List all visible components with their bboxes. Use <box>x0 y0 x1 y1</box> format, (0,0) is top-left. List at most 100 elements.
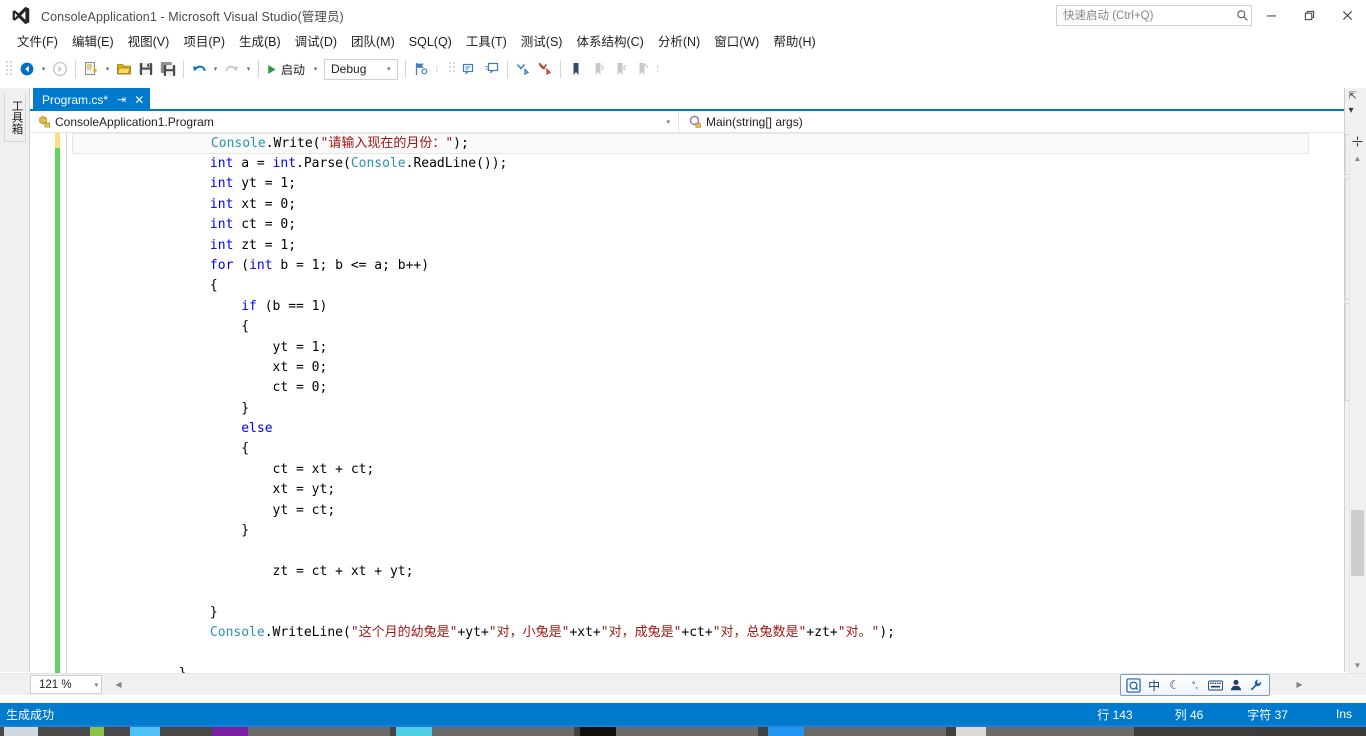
new-project-dropdown-icon[interactable]: ▾ <box>102 58 113 80</box>
uncomment-selection-icon[interactable] <box>481 58 503 80</box>
insert-mode-indicator[interactable]: Ins <box>1336 707 1352 721</box>
comment-selection-icon[interactable] <box>459 58 481 80</box>
taskbar-button[interactable] <box>90 727 104 736</box>
code-line[interactable] <box>74 643 1344 663</box>
minimize-icon[interactable] <box>1252 0 1290 31</box>
code-line[interactable]: } <box>74 399 1344 419</box>
code-line[interactable]: { <box>74 276 1344 296</box>
user-icon[interactable] <box>1227 676 1244 694</box>
open-file-icon[interactable] <box>113 58 135 80</box>
chevron-down-icon[interactable]: ▾ <box>1349 105 1354 116</box>
menu-item-analyze[interactable]: 分析(N) <box>651 32 707 52</box>
menu-item-test[interactable]: 测试(S) <box>514 32 570 52</box>
code-line[interactable]: int a = int.Parse(Console.ReadLine()); <box>74 154 1344 174</box>
save-icon[interactable] <box>135 58 157 80</box>
punctuation-icon[interactable]: °, <box>1186 676 1203 694</box>
menu-item-edit[interactable]: 编辑(E) <box>65 32 121 52</box>
menu-item-team[interactable]: 团队(M) <box>344 32 402 52</box>
windows-taskbar[interactable] <box>0 725 1366 736</box>
menu-item-project[interactable]: 项目(P) <box>176 32 232 52</box>
split-view-icon[interactable] <box>1349 133 1366 150</box>
code-line[interactable]: { <box>74 317 1344 337</box>
member-dropdown[interactable]: Main(string[] args) <box>678 110 1344 133</box>
code-line[interactable]: else <box>74 419 1344 439</box>
toolbar-grip-icon[interactable] <box>5 60 14 78</box>
menu-item-view[interactable]: 视图(V) <box>121 32 177 52</box>
type-dropdown[interactable]: ConsoleApplication1.Program ▾ <box>30 111 678 133</box>
pin-icon[interactable]: ⇱ <box>1349 91 1357 102</box>
code-line[interactable]: ct = 0; <box>74 378 1344 398</box>
undo-icon[interactable] <box>188 58 210 80</box>
attach-to-process-icon[interactable] <box>410 58 432 80</box>
toolbar-grip-icon[interactable] <box>448 60 457 78</box>
scroll-right-icon[interactable]: ▶ <box>1291 676 1308 693</box>
undo-dropdown-icon[interactable]: ▾ <box>210 58 221 80</box>
code-text-surface[interactable]: Console.Write("请输入现在的月份："); int a = int.… <box>72 133 1344 673</box>
solution-configuration-select[interactable]: Debug ▾ <box>324 58 398 80</box>
wrench-icon[interactable] <box>1248 676 1265 694</box>
start-debug-button[interactable]: 启动 <box>263 58 310 80</box>
code-line[interactable]: yt = ct; <box>74 501 1344 521</box>
chevron-down-icon[interactable]: ▾ <box>666 118 670 126</box>
code-line[interactable]: } <box>74 521 1344 541</box>
attach-dropdown-icon[interactable]: ⋮ <box>432 58 443 80</box>
start-debug-dropdown-icon[interactable]: ▾ <box>310 58 321 80</box>
taskbar-button[interactable] <box>130 727 160 736</box>
code-line[interactable]: yt = 1; <box>74 338 1344 358</box>
taskbar-button[interactable] <box>396 727 432 736</box>
code-editor[interactable]: Console.Write("请输入现在的月份："); int a = int.… <box>30 133 1344 673</box>
code-line[interactable]: int xt = 0; <box>74 195 1344 215</box>
menu-item-architecture[interactable]: 体系结构(C) <box>569 32 650 52</box>
menu-item-build[interactable]: 生成(B) <box>232 32 288 52</box>
code-line[interactable]: int zt = 1; <box>74 236 1344 256</box>
taskbar-button[interactable] <box>580 727 616 736</box>
code-line[interactable]: { <box>74 439 1344 459</box>
code-line[interactable]: xt = yt; <box>74 480 1344 500</box>
code-line[interactable]: } <box>74 664 1344 673</box>
code-line[interactable] <box>74 582 1344 602</box>
code-line[interactable]: for (int b = 1; b <= a; b++) <box>74 256 1344 276</box>
taskbar-button[interactable] <box>4 727 38 736</box>
code-line[interactable] <box>74 541 1344 561</box>
chevron-down-icon[interactable]: ▾ <box>94 681 98 689</box>
navigate-back-icon[interactable] <box>16 58 38 80</box>
menu-item-debug[interactable]: 调试(D) <box>288 32 344 52</box>
editor-vertical-scrollbar[interactable] <box>1349 133 1366 673</box>
zoom-level-select[interactable]: 121 % ▾ <box>30 675 102 694</box>
menu-item-help[interactable]: 帮助(H) <box>766 32 822 52</box>
moon-icon[interactable]: ☾ <box>1166 676 1183 694</box>
menu-item-sql[interactable]: SQL(Q) <box>402 32 459 52</box>
quick-launch-input[interactable] <box>1057 6 1233 25</box>
code-line[interactable]: if (b == 1) <box>74 297 1344 317</box>
sidebar-item-toolbox[interactable]: 工具箱 <box>3 94 26 142</box>
close-icon[interactable]: ✕ <box>134 93 144 107</box>
taskbar-button[interactable] <box>212 727 248 736</box>
find-icon[interactable] <box>512 58 534 80</box>
code-line[interactable]: Console.Write("请输入现在的月份："); <box>72 133 1309 154</box>
tab-program-cs[interactable]: Program.cs* ⇥ ✕ <box>33 88 151 111</box>
vertical-scroll-thumb[interactable] <box>1351 510 1364 576</box>
ime-mode-label[interactable]: 中 <box>1145 676 1162 694</box>
restore-icon[interactable] <box>1290 0 1328 31</box>
code-line[interactable]: int ct = 0; <box>74 215 1344 235</box>
menu-item-window[interactable]: 窗口(W) <box>707 32 766 52</box>
code-line[interactable]: int yt = 1; <box>74 174 1344 194</box>
code-line[interactable]: zt = ct + xt + yt; <box>74 562 1344 582</box>
pin-icon[interactable]: ⇥ <box>117 93 126 106</box>
soft-keyboard-icon[interactable] <box>1207 676 1224 694</box>
navigate-back-dropdown-icon[interactable]: ▾ <box>38 58 49 80</box>
new-project-icon[interactable] <box>80 58 102 80</box>
replace-icon[interactable] <box>534 58 556 80</box>
scroll-up-icon[interactable]: ▲ <box>1349 150 1366 166</box>
toolbar-overflow-icon[interactable]: ⋮ <box>653 58 664 80</box>
chevron-down-icon[interactable]: ▾ <box>383 65 395 73</box>
code-line[interactable]: } <box>74 603 1344 623</box>
menu-item-tools[interactable]: 工具(T) <box>459 32 514 52</box>
code-line[interactable]: Console.WriteLine("这个月的幼兔是"+yt+"对，小兔是"+x… <box>74 623 1344 643</box>
code-line[interactable]: ct = xt + ct; <box>74 460 1344 480</box>
menu-item-file[interactable]: 文件(F) <box>10 32 65 52</box>
indicator-margin[interactable] <box>30 133 52 673</box>
quick-launch-box[interactable] <box>1056 5 1252 26</box>
close-icon[interactable] <box>1328 0 1366 31</box>
scroll-down-icon[interactable]: ▼ <box>1349 657 1366 673</box>
